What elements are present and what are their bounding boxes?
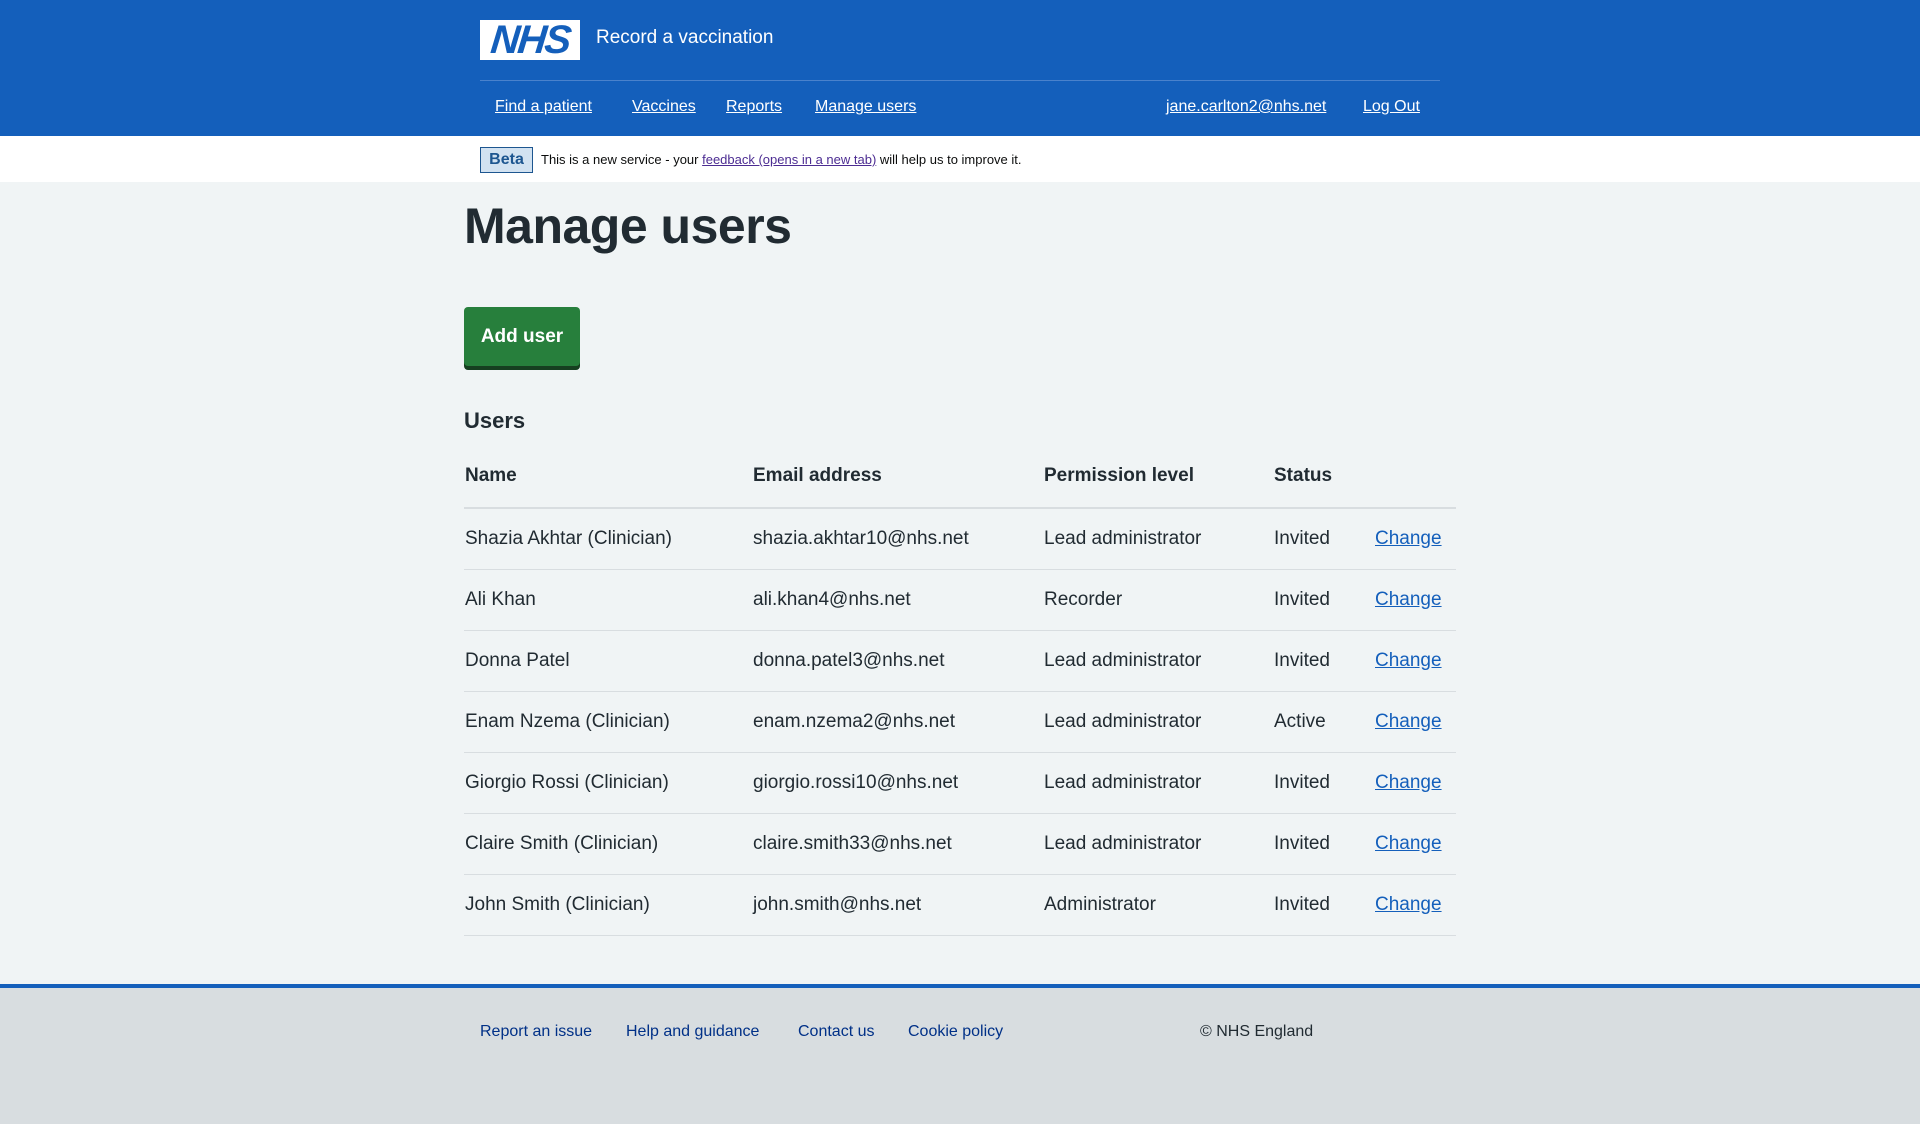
footer-report-an-issue[interactable]: Report an issue	[480, 1020, 592, 1044]
user-status: Invited	[1273, 874, 1375, 936]
user-name: Donna Patel	[464, 630, 752, 692]
user-email: donna.patel3@nhs.net	[752, 630, 1043, 692]
site-footer: Report an issue Help and guidance Contac…	[0, 984, 1920, 1124]
change-user-link[interactable]: Change	[1375, 772, 1442, 793]
user-permission: Recorder	[1043, 569, 1273, 631]
footer-cookie-policy[interactable]: Cookie policy	[908, 1020, 1003, 1044]
user-name: Enam Nzema (Clinician)	[464, 691, 752, 753]
user-permission: Administrator	[1043, 874, 1273, 936]
user-status: Active	[1273, 691, 1375, 753]
user-name: Claire Smith (Clinician)	[464, 813, 752, 875]
service-name[interactable]: Record a vaccination	[596, 24, 773, 52]
users-table-caption: Users	[464, 408, 526, 433]
logout-link[interactable]: Log Out	[1363, 95, 1420, 119]
nhs-logo[interactable]: NHS	[480, 18, 580, 62]
beta-banner: Beta This is a new service - your feedba…	[0, 136, 1920, 182]
user-action-cell: Change	[1375, 813, 1456, 875]
column-header-status: Status	[1273, 444, 1375, 509]
user-status: Invited	[1273, 813, 1375, 875]
user-permission: Lead administrator	[1043, 508, 1273, 570]
feedback-link[interactable]: feedback (opens in a new tab)	[702, 152, 876, 167]
user-email: ali.khan4@nhs.net	[752, 569, 1043, 631]
column-header-email: Email address	[752, 444, 1043, 509]
change-user-link[interactable]: Change	[1375, 894, 1442, 915]
user-name: John Smith (Clinician)	[464, 874, 752, 936]
nhs-logo-text: NHS	[488, 18, 572, 62]
change-user-link[interactable]: Change	[1375, 528, 1442, 549]
table-row: Donna Patel donna.patel3@nhs.net Lead ad…	[464, 630, 1456, 692]
column-header-permission: Permission level	[1043, 444, 1273, 509]
users-table: Name Email address Permission level Stat…	[464, 444, 1456, 936]
user-action-cell: Change	[1375, 752, 1456, 814]
table-row: Claire Smith (Clinician) claire.smith33@…	[464, 813, 1456, 875]
table-row: Enam Nzema (Clinician) enam.nzema2@nhs.n…	[464, 691, 1456, 753]
user-name: Giorgio Rossi (Clinician)	[464, 752, 752, 814]
copyright-text: © NHS England	[1200, 1023, 1314, 1040]
user-status: Invited	[1273, 508, 1375, 570]
table-header-row: Name Email address Permission level Stat…	[464, 444, 1456, 509]
beta-text-after: will help us to improve it.	[876, 152, 1022, 167]
user-name: Ali Khan	[464, 569, 752, 631]
user-permission: Lead administrator	[1043, 752, 1273, 814]
user-email: claire.smith33@nhs.net	[752, 813, 1043, 875]
user-permission: Lead administrator	[1043, 691, 1273, 753]
nav-manage-users[interactable]: Manage users	[815, 95, 916, 119]
user-email: john.smith@nhs.net	[752, 874, 1043, 936]
site-header: NHS Record a vaccination Find a patient …	[0, 0, 1920, 136]
beta-text-before: This is a new service - your	[541, 152, 703, 167]
add-user-button[interactable]: Add user	[464, 307, 580, 366]
user-email: giorgio.rossi10@nhs.net	[752, 752, 1043, 814]
column-header-name: Name	[464, 444, 752, 509]
user-status: Invited	[1273, 569, 1375, 631]
user-email: shazia.akhtar10@nhs.net	[752, 508, 1043, 570]
user-status: Invited	[1273, 630, 1375, 692]
user-email: enam.nzema2@nhs.net	[752, 691, 1043, 753]
nav-find-a-patient[interactable]: Find a patient	[495, 95, 592, 119]
user-name: Shazia Akhtar (Clinician)	[464, 508, 752, 570]
nav-reports[interactable]: Reports	[726, 95, 782, 119]
user-account-link[interactable]: jane.carlton2@nhs.net	[1166, 95, 1326, 119]
user-action-cell: Change	[1375, 630, 1456, 692]
change-user-link[interactable]: Change	[1375, 650, 1442, 671]
user-permission: Lead administrator	[1043, 813, 1273, 875]
user-permission: Lead administrator	[1043, 630, 1273, 692]
user-action-cell: Change	[1375, 569, 1456, 631]
change-user-link[interactable]: Change	[1375, 589, 1442, 610]
user-action-cell: Change	[1375, 691, 1456, 753]
nav-vaccines[interactable]: Vaccines	[632, 95, 696, 119]
footer-help-and-guidance[interactable]: Help and guidance	[626, 1020, 759, 1044]
user-status: Invited	[1273, 752, 1375, 814]
header-divider	[480, 80, 1440, 81]
change-user-link[interactable]: Change	[1375, 711, 1442, 732]
beta-tag: Beta	[480, 147, 533, 173]
change-user-link[interactable]: Change	[1375, 833, 1442, 854]
column-header-action	[1375, 444, 1456, 509]
page-title: Manage users	[464, 198, 792, 254]
beta-message: This is a new service - your feedback (o…	[541, 151, 1022, 169]
table-row: John Smith (Clinician) john.smith@nhs.ne…	[464, 874, 1456, 936]
table-row: Giorgio Rossi (Clinician) giorgio.rossi1…	[464, 752, 1456, 814]
users-table-body: Shazia Akhtar (Clinician) shazia.akhtar1…	[464, 508, 1456, 936]
table-row: Shazia Akhtar (Clinician) shazia.akhtar1…	[464, 508, 1456, 570]
user-action-cell: Change	[1375, 508, 1456, 570]
table-row: Ali Khan ali.khan4@nhs.net Recorder Invi…	[464, 569, 1456, 631]
user-action-cell: Change	[1375, 874, 1456, 936]
footer-contact-us[interactable]: Contact us	[798, 1020, 874, 1044]
